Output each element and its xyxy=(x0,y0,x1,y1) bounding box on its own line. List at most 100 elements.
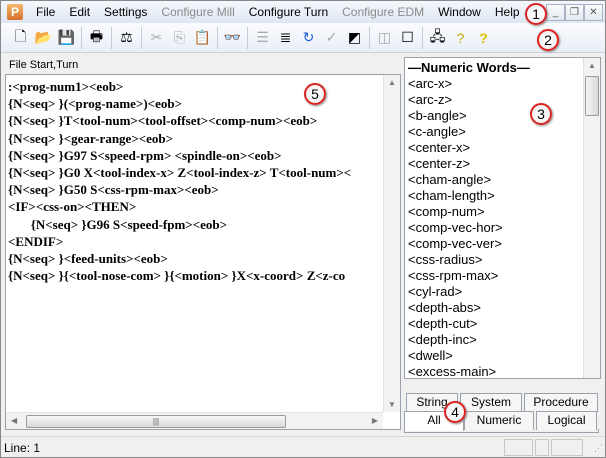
post-processor-icon[interactable]: ◩ xyxy=(343,27,366,49)
list-item[interactable]: <comp-num> xyxy=(405,204,600,220)
list-item[interactable]: <c-angle> xyxy=(405,124,600,140)
close-button[interactable]: ✕ xyxy=(584,4,603,21)
list-item[interactable]: <b-angle> xyxy=(405,108,600,124)
code-line: {N<seq> }T<tool-num><tool-offset><comp-n… xyxy=(8,113,318,129)
tab-logical[interactable]: Logical xyxy=(536,411,597,430)
align-lines-icon[interactable]: ≣ xyxy=(274,27,297,49)
list-item[interactable]: <css-rpm-max> xyxy=(405,268,600,284)
help-search-icon[interactable]: ? xyxy=(449,27,472,49)
menu-edit[interactable]: Edit xyxy=(62,5,97,19)
toolbar: 🗋 📂 💾 🖶 ⚖ ✂ ⎘ 📋 👓 ☰ ≣ ↻ ✓ ◩ ◫ ☐ 🖧 ? ? xyxy=(1,23,605,53)
scroll-right-icon[interactable]: ▶ xyxy=(372,416,378,425)
scroll-down-icon[interactable]: ▼ xyxy=(388,400,396,409)
list-scrollbar[interactable]: ▲ xyxy=(583,58,600,378)
open-folder-icon[interactable]: 📂 xyxy=(32,27,55,49)
menu-configure-turn[interactable]: Configure Turn xyxy=(242,5,335,19)
list-item[interactable]: <cham-angle> xyxy=(405,172,600,188)
cut-icon[interactable]: ✂ xyxy=(145,27,168,49)
menu-settings[interactable]: Settings xyxy=(97,5,154,19)
tab-panel xyxy=(404,429,599,433)
spellcheck-icon[interactable]: ✓ xyxy=(320,27,343,49)
compare-scale-icon[interactable]: ⚖ xyxy=(115,27,138,49)
code-line: {N<seq> }{<tool-nose-com> }{<motion> }X<… xyxy=(8,268,346,284)
callout-2: 2 xyxy=(537,29,559,51)
status-panel xyxy=(504,439,533,456)
resize-grip-icon[interactable]: ⋰ xyxy=(594,443,603,454)
editor-label: File Start,Turn xyxy=(9,59,79,71)
word-list[interactable]: —Numeric Words— <arc-x> <arc-z> <b-angle… xyxy=(404,57,601,379)
print-icon[interactable]: 🖶 xyxy=(85,27,108,49)
code-line: {N<seq> }<gear-range><eob> xyxy=(8,130,174,146)
status-panel xyxy=(551,439,583,456)
code-line: {N<seq> }G97 S<speed-rpm> <spindle-on><e… xyxy=(8,147,282,163)
list-item[interactable]: <depth-abs> xyxy=(405,300,600,316)
list-item[interactable]: <cham-length> xyxy=(405,188,600,204)
toolbar-separator xyxy=(141,26,142,49)
minimize-button[interactable]: _ xyxy=(546,4,565,21)
code-line: {N<seq> }(<prog-name>)<eob> xyxy=(8,96,182,112)
list-item[interactable]: <center-x> xyxy=(405,140,600,156)
toolbar-separator xyxy=(81,26,82,49)
list-item[interactable]: <css-radius> xyxy=(405,252,600,268)
paste-icon[interactable]: 📋 xyxy=(191,27,214,49)
code-line: {N<seq> }G0 X<tool-index-x> Z<tool-index… xyxy=(8,164,352,180)
copy-icon[interactable]: ⎘ xyxy=(168,27,191,49)
find-binoculars-icon[interactable]: 👓 xyxy=(221,27,244,49)
list-item[interactable]: <arc-x> xyxy=(405,76,600,92)
save-icon[interactable]: 💾 xyxy=(55,27,78,49)
menu-help[interactable]: Help xyxy=(488,5,527,19)
menu-window[interactable]: Window xyxy=(431,5,488,19)
single-view-icon[interactable]: ☐ xyxy=(396,27,419,49)
scroll-up-icon[interactable]: ▲ xyxy=(388,78,396,87)
indent-icon[interactable]: ☰ xyxy=(251,27,274,49)
menu-file[interactable]: File xyxy=(29,5,62,19)
list-item[interactable]: <comp-vec-hor> xyxy=(405,220,600,236)
list-item[interactable]: <arc-z> xyxy=(405,92,600,108)
callout-1: 1 xyxy=(525,3,547,25)
split-view-icon[interactable]: ◫ xyxy=(373,27,396,49)
editor-horizontal-scrollbar[interactable]: ◀ ||| ▶ xyxy=(6,412,383,429)
callout-5: 5 xyxy=(304,83,326,105)
tab-numeric[interactable]: Numeric xyxy=(464,411,534,430)
scroll-left-icon[interactable]: ◀ xyxy=(11,416,17,425)
menu-bar: P File Edit Settings Configure Mill Conf… xyxy=(1,1,605,23)
code-line: :<prog-num1><eob> xyxy=(8,79,124,94)
network-icon[interactable]: 🖧 xyxy=(426,27,449,49)
tab-procedure[interactable]: Procedure xyxy=(524,393,598,412)
app-logo-icon[interactable]: P xyxy=(7,4,23,20)
code-editor[interactable]: :<prog-num1><eob> {N<seq> }(<prog-name>)<… xyxy=(5,74,401,430)
code-line: <IF><css-on><THEN> xyxy=(8,199,137,215)
list-item[interactable]: <center-z> xyxy=(405,156,600,172)
code-line: {N<seq> }G96 S<speed-fpm><eob> xyxy=(8,216,228,232)
list-item[interactable]: <excess-main> xyxy=(405,364,600,378)
scroll-thumb[interactable] xyxy=(585,76,599,116)
list-item[interactable]: <comp-vec-ver> xyxy=(405,236,600,252)
toolbar-separator xyxy=(217,26,218,49)
code-line: {N<seq> }G50 S<css-rpm-max><eob> xyxy=(8,182,219,198)
scroll-thumb[interactable]: ||| xyxy=(26,415,286,428)
refresh-icon[interactable]: ↻ xyxy=(297,27,320,49)
status-panel xyxy=(535,439,549,456)
toolbar-separator xyxy=(247,26,248,49)
callout-3: 3 xyxy=(530,103,552,125)
toolbar-separator xyxy=(369,26,370,49)
restore-button[interactable]: ❐ xyxy=(565,4,584,21)
list-item[interactable]: <dwell> xyxy=(405,348,600,364)
toolbar-separator xyxy=(111,26,112,49)
callout-4: 4 xyxy=(444,401,466,423)
list-item[interactable]: <cyl-rad> xyxy=(405,284,600,300)
menu-configure-mill[interactable]: Configure Mill xyxy=(154,5,241,19)
scroll-up-icon[interactable]: ▲ xyxy=(588,61,596,70)
list-item[interactable]: <depth-cut> xyxy=(405,316,600,332)
new-file-icon[interactable]: 🗋 xyxy=(9,27,32,49)
code-line: {N<seq> }<feed-units><eob> xyxy=(8,250,168,266)
code-line: <ENDIF> xyxy=(8,233,64,249)
list-item[interactable]: <depth-inc> xyxy=(405,332,600,348)
status-line-number: Line: 1 xyxy=(4,441,41,455)
editor-vertical-scrollbar[interactable]: ▲ ▼ xyxy=(383,75,400,412)
list-header: —Numeric Words— xyxy=(408,60,530,75)
tab-system[interactable]: System xyxy=(460,393,522,412)
code-text[interactable]: :<prog-num1><eob> {N<seq> }(<prog-name>)<… xyxy=(8,78,383,284)
menu-configure-edm[interactable]: Configure EDM xyxy=(335,5,431,19)
help-icon[interactable]: ? xyxy=(472,27,495,49)
